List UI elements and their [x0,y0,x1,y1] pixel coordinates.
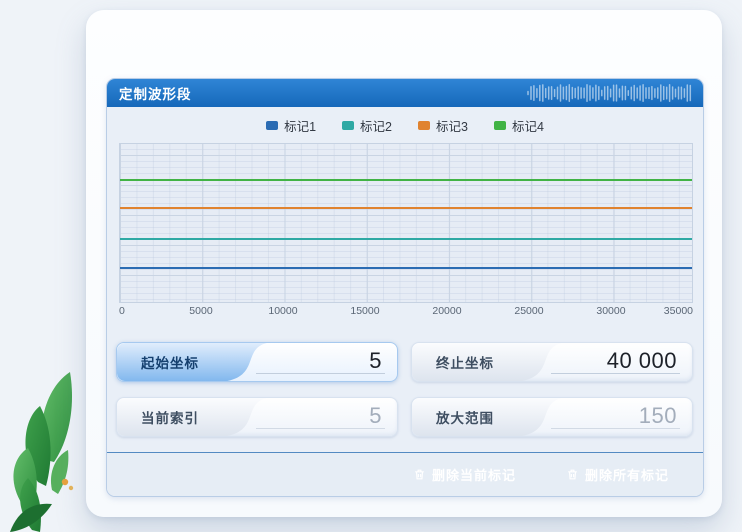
main-card: 定制波形段 标记1 标记2 标记3 [86,10,722,517]
field-underline [256,373,385,374]
start-coordinate-field[interactable]: 起始坐标 5 [116,342,398,382]
legend-swatch-marker3 [418,121,430,130]
legend-label: 标记3 [436,116,468,135]
end-coordinate-field[interactable]: 终止坐标 40 000 [411,342,693,382]
legend-item-marker4[interactable]: 标记4 [494,116,544,135]
x-axis: 0 5000 10000 15000 20000 25000 30000 350… [119,305,693,320]
page-background: 定制波形段 标记1 标记2 标记3 [0,0,742,532]
zoom-range-field[interactable]: 放大范围 150 [411,397,693,437]
legend-swatch-marker4 [494,121,506,130]
marker-line-3 [120,207,692,209]
chart-legend: 标记1 标记2 标记3 标记4 [107,116,703,134]
marker-line-4 [120,179,692,181]
legend-item-marker3[interactable]: 标记3 [418,116,468,135]
start-coordinate-label: 起始坐标 [141,352,199,372]
x-tick: 5000 [189,305,212,317]
field-underline [256,428,385,429]
legend-label: 标记2 [360,116,392,135]
x-tick: 0 [119,305,125,317]
current-index-field[interactable]: 当前索引 5 [116,397,398,437]
legend-label: 标记4 [512,116,544,135]
trash-icon [413,468,426,481]
plant-flower [62,479,68,485]
delete-current-marker-label: 删除当前标记 [432,465,516,484]
marker-line-2 [120,238,692,240]
marker-line-1 [120,267,692,269]
panel-title: 定制波形段 [107,83,192,103]
x-tick: 20000 [432,305,461,317]
header-waveform-icon [525,79,695,107]
x-tick: 15000 [350,305,379,317]
x-tick: 10000 [268,305,297,317]
field-grid: 起始坐标 5 终止坐标 40 000 [116,342,693,437]
x-tick: 35000 [664,305,693,317]
delete-current-marker-button[interactable]: 删除当前标记 [396,459,533,490]
end-coordinate-label: 终止坐标 [436,352,494,372]
zoom-range-label: 放大范围 [436,407,494,427]
field-underline [551,373,680,374]
delete-all-markers-button[interactable]: 删除所有标记 [549,459,686,490]
field-underline [551,428,680,429]
current-index-label: 当前索引 [141,407,199,427]
legend-item-marker1[interactable]: 标记1 [266,116,316,135]
legend-label: 标记1 [284,116,316,135]
trash-icon [566,468,579,481]
panel-header: 定制波形段 [107,79,703,107]
waveform-panel: 定制波形段 标记1 标记2 标记3 [106,78,704,497]
legend-item-marker2[interactable]: 标记2 [342,116,392,135]
legend-swatch-marker1 [266,121,278,130]
legend-swatch-marker2 [342,121,354,130]
waveform-chart[interactable] [119,143,693,303]
delete-all-markers-label: 删除所有标记 [585,465,669,484]
x-tick: 30000 [596,305,625,317]
x-tick: 25000 [514,305,543,317]
panel-footer: 删除当前标记 删除所有标记 [107,452,703,496]
